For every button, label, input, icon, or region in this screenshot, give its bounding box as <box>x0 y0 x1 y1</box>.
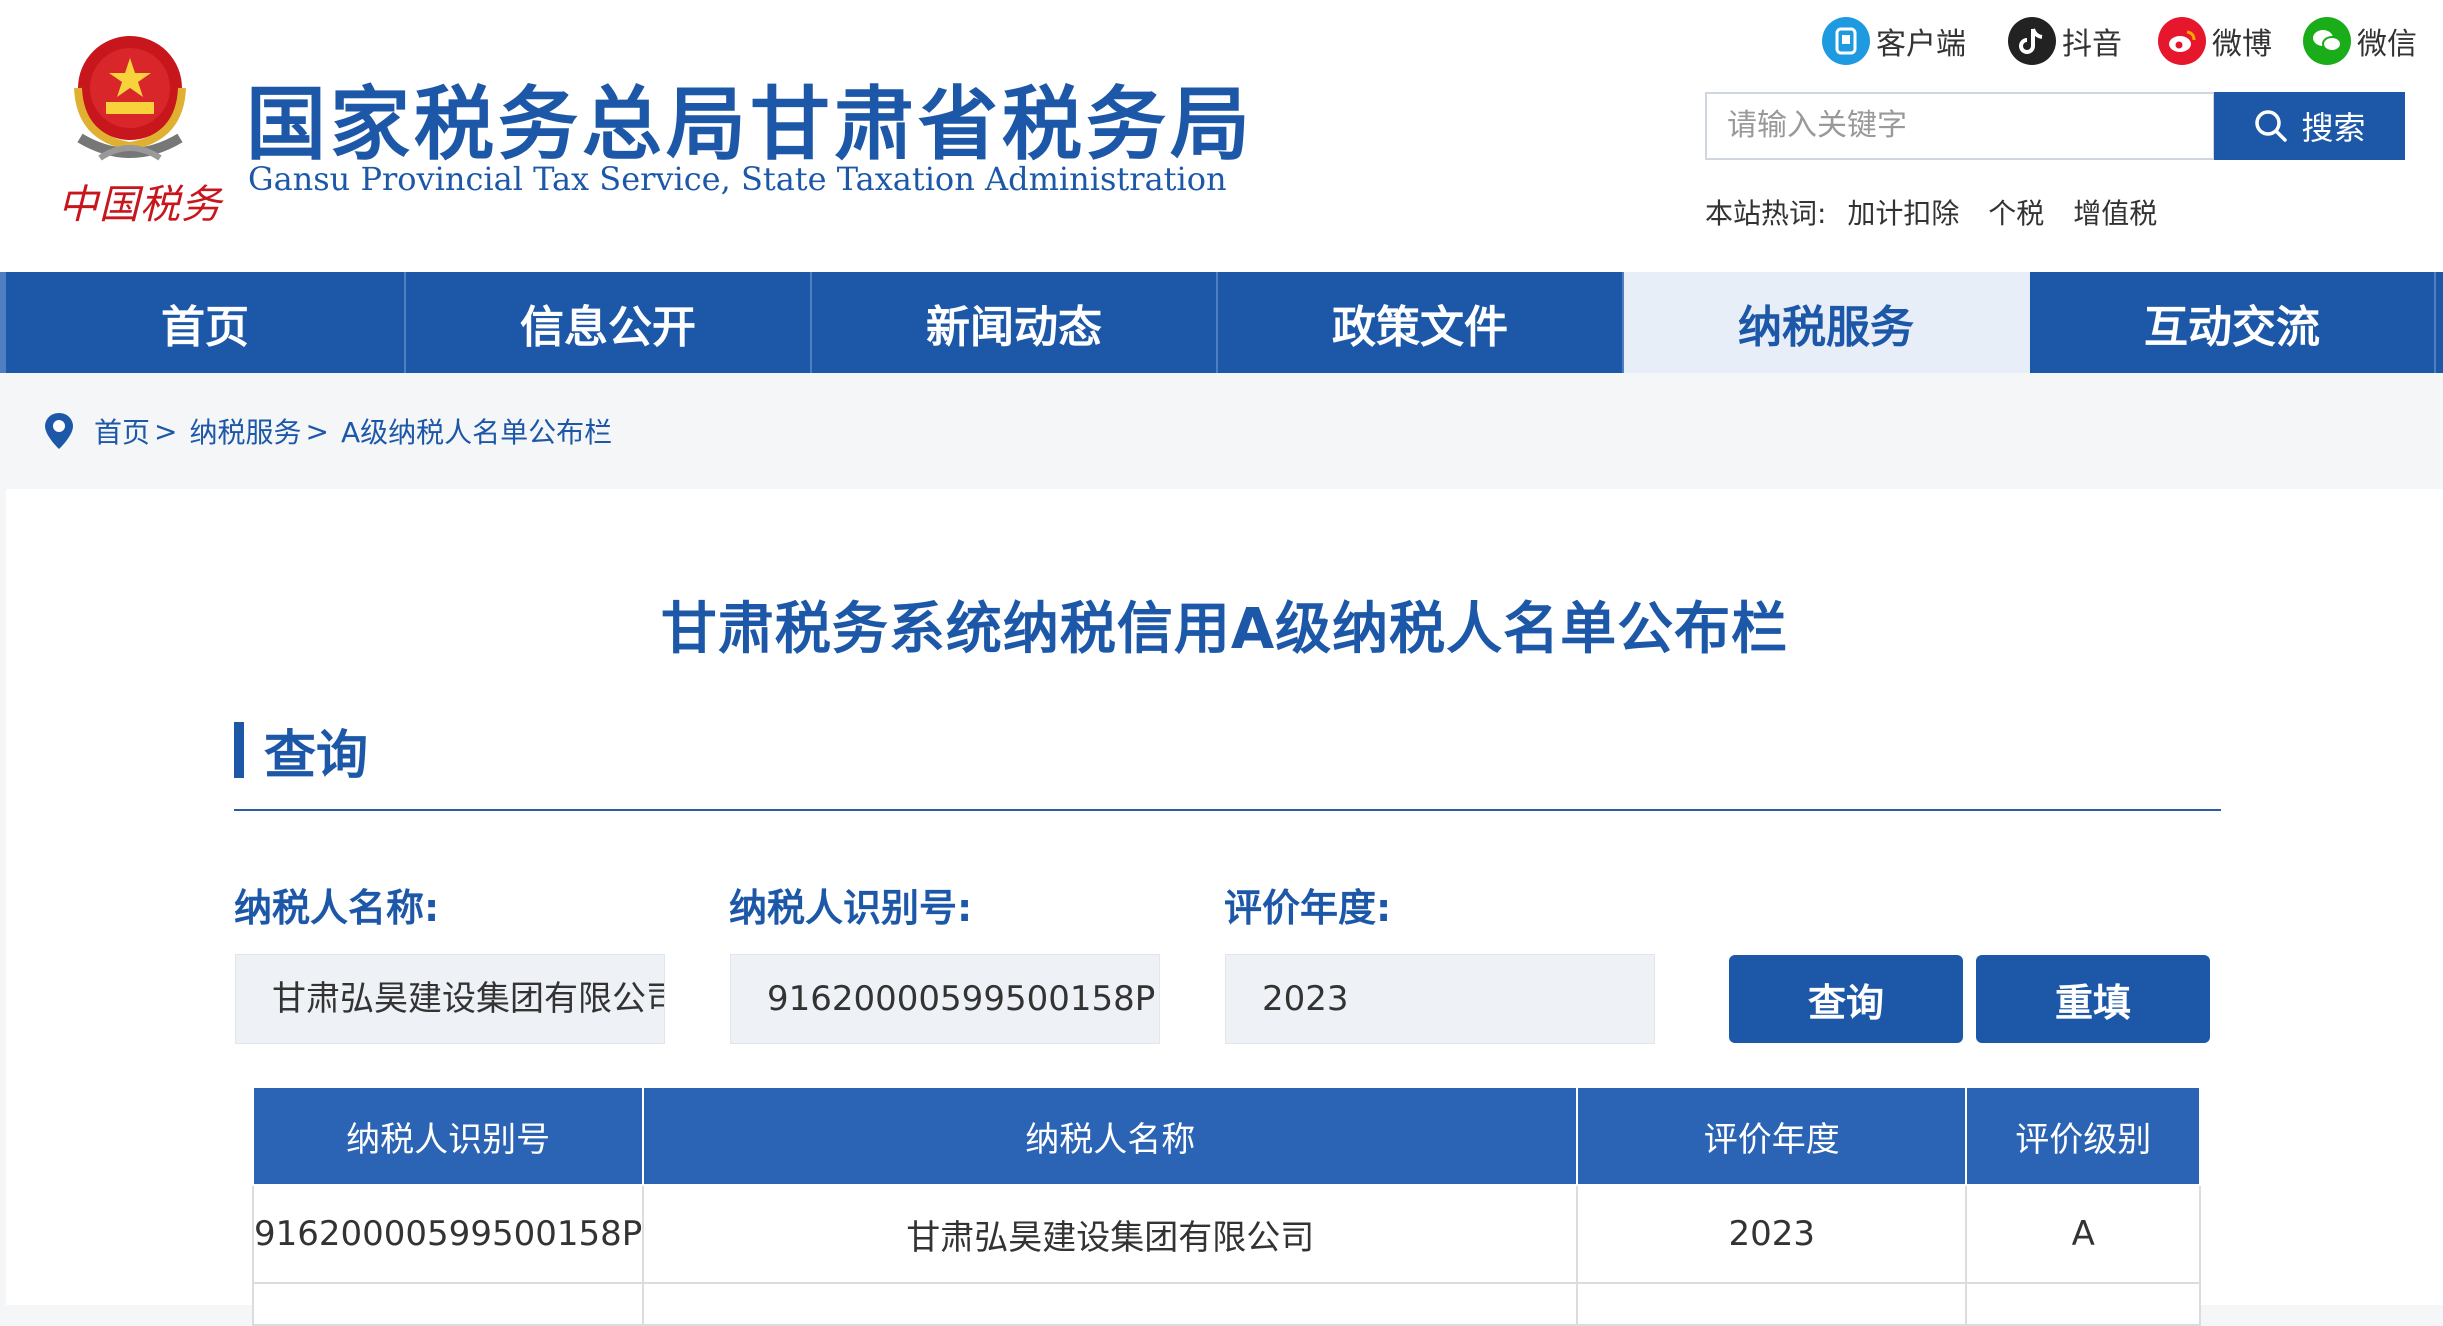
nav-item-tax-service[interactable]: 纳税服务 <box>1624 272 2030 373</box>
douyin-label: 抖音 <box>2062 27 2122 62</box>
column-header-taxpayer-name: 纳税人名称 <box>642 1086 1579 1186</box>
search-input[interactable]: 请输入关键字 <box>1705 92 2215 160</box>
weibo-label: 微博 <box>2212 27 2272 62</box>
breadcrumb: 首页 > 纳税服务 > A级纳税人名单公布栏 <box>0 373 2443 489</box>
query-section-heading: 查询 <box>234 721 368 786</box>
section-divider <box>234 809 2221 811</box>
hotword-link[interactable]: 增值税 <box>2073 197 2157 230</box>
client-app-link[interactable]: 客户端 <box>1822 17 1966 65</box>
column-header-rating: 评价级别 <box>1965 1086 2202 1186</box>
reset-button[interactable]: 重填 <box>1976 955 2210 1043</box>
table-row: 91620000599500158P 甘肃弘昊建设集团有限公司 2023 A <box>251 1184 2202 1284</box>
wechat-icon <box>2303 17 2351 65</box>
column-header-evaluation-year: 评价年度 <box>1576 1086 1968 1186</box>
main-content: 甘肃税务系统纳税信用A级纳税人名单公布栏 查询 纳税人名称: 纳税人识别号: 评… <box>6 489 2443 1326</box>
nav-item-news[interactable]: 新闻动态 <box>812 272 1218 373</box>
cell-evaluation-year: 2023 <box>1576 1184 1968 1284</box>
column-header-taxpayer-id: 纳税人识别号 <box>251 1086 645 1186</box>
hotword-link[interactable]: 加计扣除 <box>1847 197 1959 230</box>
cell-taxpayer-name: 甘肃弘昊建设集团有限公司 <box>642 1184 1579 1284</box>
evaluation-year-input[interactable]: 2023 <box>1225 954 1655 1044</box>
main-nav: 首页 信息公开 新闻动态 政策文件 纳税服务 互动交流 <box>0 272 2443 373</box>
client-app-label: 客户端 <box>1876 27 1966 62</box>
empty-cell <box>642 1282 1579 1326</box>
client-app-icon <box>1822 17 1870 65</box>
breadcrumb-separator: > <box>154 414 178 448</box>
nav-item-interaction[interactable]: 互动交流 <box>2030 272 2436 373</box>
search-button-label: 搜索 <box>2301 109 2366 147</box>
nav-item-home[interactable]: 首页 <box>0 272 406 373</box>
cell-rating: A <box>1965 1184 2202 1284</box>
page-title: 甘肃税务系统纳税信用A级纳税人名单公布栏 <box>660 597 1789 662</box>
taxpayer-name-label: 纳税人名称: <box>234 886 440 930</box>
weibo-icon <box>2158 17 2206 65</box>
site-subtitle: Gansu Provincial Tax Service, State Taxa… <box>248 160 1227 198</box>
section-accent-bar <box>234 722 244 778</box>
empty-cell <box>251 1282 645 1326</box>
national-emblem-icon <box>74 36 186 161</box>
results-table: 纳税人识别号 纳税人名称 评价年度 评价级别 91620000599500158… <box>251 1086 2202 1326</box>
search-icon <box>2255 110 2288 142</box>
douyin-icon <box>2008 17 2056 65</box>
taxpayer-id-label: 纳税人识别号: <box>729 886 973 930</box>
hotwords: 本站热词: 加计扣除 个税 增值税 <box>1705 192 2177 232</box>
location-pin-icon <box>45 413 73 449</box>
table-header-row: 纳税人识别号 纳税人名称 评价年度 评价级别 <box>251 1086 2202 1186</box>
weibo-link[interactable]: 微博 <box>2158 17 2272 65</box>
nav-item-info-disclosure[interactable]: 信息公开 <box>406 272 812 373</box>
site-header: 中国税务 国家税务总局甘肃省税务局 Gansu Provincial Tax S… <box>0 0 2443 272</box>
wechat-label: 微信 <box>2357 27 2417 62</box>
breadcrumb-home[interactable]: 首页 <box>94 411 150 451</box>
table-row <box>251 1282 2202 1326</box>
taxpayer-id-input[interactable]: 91620000599500158P <box>730 954 1160 1044</box>
china-tax-logo-script: 中国税务 <box>58 182 222 228</box>
query-button[interactable]: 查询 <box>1729 955 1963 1043</box>
search-button[interactable]: 搜索 <box>2214 92 2405 160</box>
empty-cell <box>1576 1282 1968 1326</box>
cell-taxpayer-id: 91620000599500158P <box>251 1184 645 1284</box>
nav-item-policy[interactable]: 政策文件 <box>1218 272 1624 373</box>
breadcrumb-separator: > <box>305 414 329 448</box>
empty-cell <box>1965 1282 2202 1326</box>
breadcrumb-current[interactable]: A级纳税人名单公布栏 <box>341 411 612 451</box>
breadcrumb-tax-service[interactable]: 纳税服务 <box>189 411 301 451</box>
evaluation-year-label: 评价年度: <box>1224 886 1392 930</box>
site-title: 国家税务总局甘肃省税务局 <box>246 78 1254 171</box>
taxpayer-name-input[interactable]: 甘肃弘昊建设集团有限公司 <box>235 954 665 1044</box>
wechat-link[interactable]: 微信 <box>2303 17 2417 65</box>
hotwords-label: 本站热词: <box>1705 197 1827 230</box>
section-title: 查询 <box>264 725 369 786</box>
hotword-link[interactable]: 个税 <box>1988 197 2044 230</box>
douyin-link[interactable]: 抖音 <box>2008 17 2122 65</box>
